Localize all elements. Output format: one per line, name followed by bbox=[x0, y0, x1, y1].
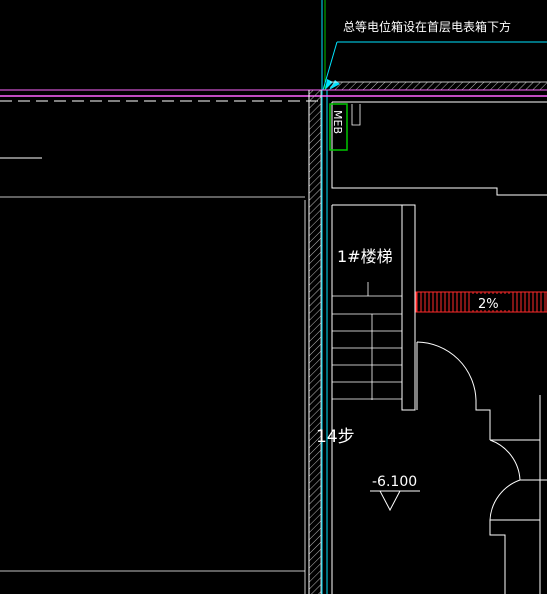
meb-label: MEB bbox=[331, 110, 344, 134]
stair-handrail bbox=[401, 204, 416, 411]
steps-label: 14步 bbox=[316, 427, 355, 447]
wall-hatch-top bbox=[330, 82, 547, 90]
slope-label: 2% bbox=[478, 297, 499, 312]
equipotential-box-note: 总等电位箱设在首层电表箱下方 bbox=[343, 19, 511, 34]
elevation-marker-icon bbox=[370, 490, 420, 512]
wall-hatch-vertical bbox=[309, 90, 321, 594]
stair-treads bbox=[332, 282, 402, 400]
level-label: -6.100 bbox=[372, 474, 417, 490]
cad-drawing-canvas: 总等电位箱设在首层电表箱下方 MEB 1#楼梯 2% 14步 -6.100 bbox=[0, 0, 547, 594]
room-outline-top bbox=[331, 101, 547, 196]
door-swing-icon bbox=[416, 341, 547, 594]
stair-label: 1#楼梯 bbox=[337, 247, 393, 266]
